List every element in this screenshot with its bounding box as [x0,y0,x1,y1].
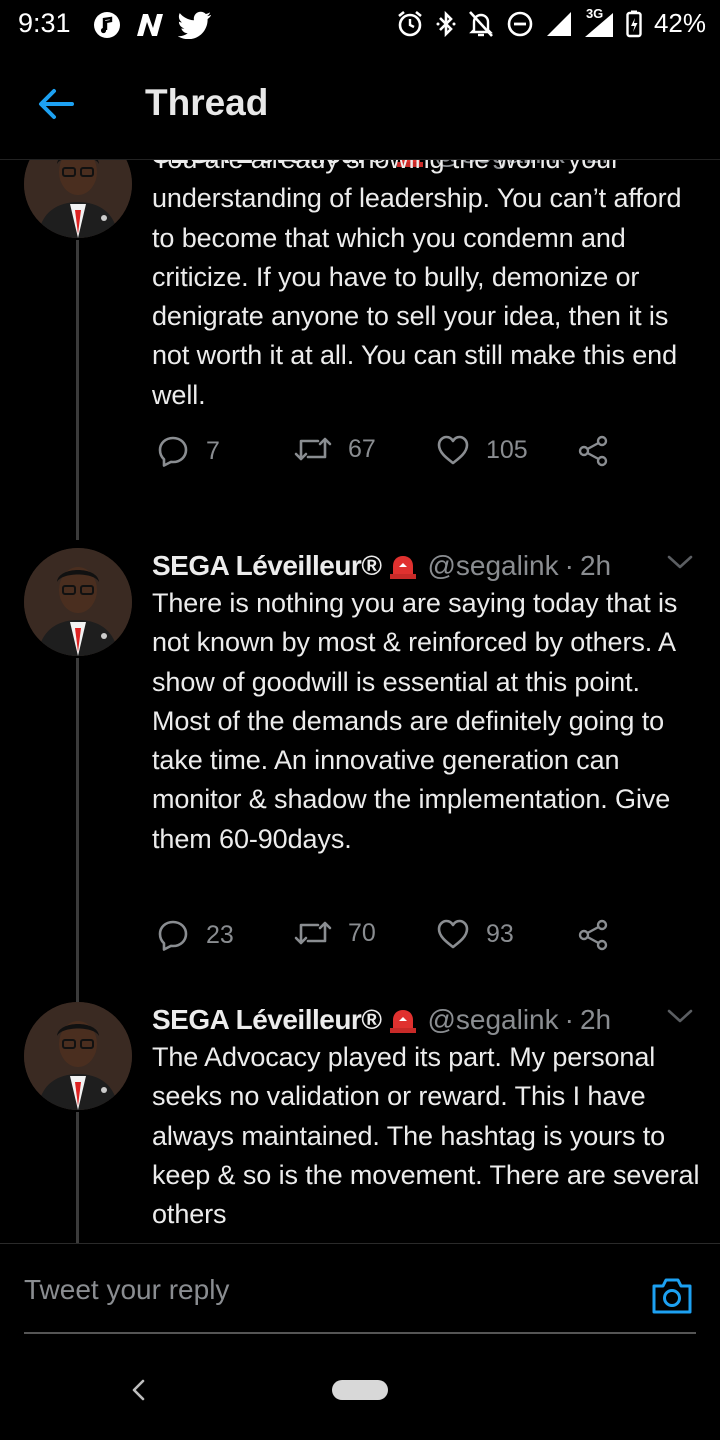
profile-photo-icon [24,160,132,238]
tweet-time: 2h [579,1004,612,1035]
arrow-left-icon [39,89,74,119]
share-icon [578,435,608,467]
reply-input[interactable] [24,1274,624,1306]
retweet-button[interactable]: 70 [294,918,376,948]
share-icon [578,919,608,951]
like-count: 105 [486,435,528,464]
tweet-text: There is nothing you are saying today th… [152,588,678,854]
reply-count: 23 [206,920,234,949]
heart-icon [437,435,469,465]
retweet-count: 67 [348,434,376,463]
n-app-icon [137,14,163,36]
avatar[interactable] [24,160,132,238]
profile-photo-icon [24,1002,132,1110]
do-not-disturb-icon [507,11,533,36]
battery-charging-icon [626,10,642,37]
reply-icon [158,436,188,467]
tweet-time: 2h [579,550,612,581]
chevron-down-icon[interactable] [666,1006,694,1026]
status-right-icons: 3G 42% [396,6,706,39]
status-time: 9:31 [18,8,71,38]
thread-connector [76,240,79,540]
avatar[interactable] [24,1002,132,1110]
author-handle[interactable]: @segalink [427,1004,558,1036]
tweet[interactable]: SEGA Léveilleur® @segalink · 2h The Advo… [0,1002,720,1243]
thread-connector [76,1112,79,1243]
app-header: Thread [0,52,720,160]
camera-button[interactable] [650,1276,694,1316]
like-count: 93 [486,919,514,948]
retweet-button[interactable]: 67 [294,434,376,464]
tweet-actions: 23 70 93 [152,918,622,958]
tweet-text: The Advocacy played its part. My persona… [152,1042,700,1230]
reply-button[interactable]: 7 [156,434,220,468]
thread-connector [76,658,79,1002]
bell-off-icon [468,10,493,37]
heart-icon [437,919,469,949]
retweet-icon [294,921,332,945]
author-handle[interactable]: @segalink [427,550,558,582]
back-button[interactable] [34,82,78,126]
battery-percent: 42% [653,8,706,38]
twitter-bird-icon [178,11,211,39]
page-title: Thread [145,82,269,123]
siren-emoji-icon [387,552,419,580]
separator: · [564,550,574,581]
nav-back-icon[interactable] [128,1377,150,1403]
tweet-header: SEGA Léveilleur® @segalink · 2h [152,1002,611,1038]
separator: · [564,1004,574,1035]
camera-icon [652,1278,692,1314]
signal-3g-icon: 3G [584,6,614,38]
chevron-down-icon[interactable] [666,552,694,572]
alarm-icon [398,10,422,36]
system-nav-bar [0,1335,720,1440]
bluetooth-icon [436,10,456,37]
share-button[interactable] [576,918,610,952]
retweet-count: 70 [348,918,376,947]
status-left-icons [92,10,212,40]
like-button[interactable]: 93 [436,918,514,950]
tweet-header: SEGA Léveilleur® @segalink · 2h [152,548,611,584]
network-type-label: 3G [585,5,604,21]
retweet-icon [294,437,332,461]
tweet[interactable]: SEGA Léveilleur® @segalink · 2h There is… [0,548,720,1002]
reply-button[interactable]: 23 [156,918,234,952]
author-name[interactable]: SEGA Léveilleur® [152,550,382,582]
author-name[interactable]: SEGA Léveilleur® [152,1004,382,1036]
profile-photo-icon [24,548,132,656]
signal-icon [546,11,571,36]
reply-bar [0,1243,720,1335]
status-bar: 9:31 3G 42% [0,0,720,52]
like-button[interactable]: 105 [436,434,528,466]
tweet[interactable]: SEGA L'éveilleur® @segalink · 2h You are… [0,160,720,550]
home-pill-icon[interactable] [332,1380,388,1400]
share-button[interactable] [576,434,610,468]
siren-emoji-icon [387,1006,419,1034]
reply-underline [24,1332,696,1334]
avatar[interactable] [24,548,132,656]
tweet-text: You are already showing the world your u… [152,160,682,410]
reply-icon [158,920,188,951]
reply-count: 7 [206,436,220,465]
tweet-actions: 7 67 105 [152,434,622,474]
music-note-icon [94,12,120,38]
thread-timeline[interactable]: SEGA L'éveilleur® @segalink · 2h You are… [0,160,720,1243]
